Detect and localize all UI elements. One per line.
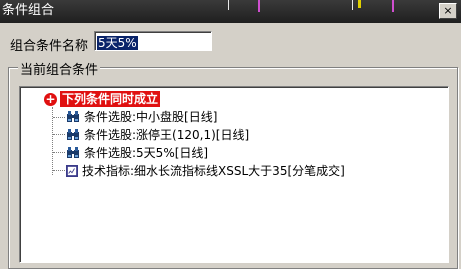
close-button[interactable]: × <box>439 3 457 19</box>
tree-root-label: 下列条件同时成立 <box>60 91 161 107</box>
tree-item[interactable]: 条件选股:5天5%[日线] <box>66 145 208 161</box>
tree-connector <box>53 117 65 118</box>
tree-item[interactable]: 条件选股:涨停王(120,1)[日线] <box>66 127 249 143</box>
binoculars-icon <box>67 111 79 122</box>
tree-connector <box>53 170 65 171</box>
tree-connector <box>53 134 65 135</box>
window-title: 条件组合 <box>2 3 55 18</box>
tree-item[interactable]: 技术指标:细水长流指标线XSSL大于35[分笔成交] <box>66 163 345 179</box>
tree-item-label: 条件选股:中小盘股[日线] <box>84 110 218 124</box>
combination-name-input[interactable]: 5天5% <box>94 31 212 51</box>
condition-tree[interactable]: + 下列条件同时成立 条件选股:中小盘股[日线] 条件选股:涨停王(120,1)… <box>19 86 449 263</box>
background-stripe <box>392 0 394 12</box>
binoculars-icon <box>67 129 79 140</box>
tree-item-label: 条件选股:涨停王(120,1)[日线] <box>84 128 250 142</box>
combination-name-value: 5天5% <box>97 36 138 50</box>
background-stripe <box>228 0 229 10</box>
tree-connector <box>53 152 65 153</box>
indicator-chart-icon <box>66 165 78 177</box>
tree-item-label: 技术指标:细水长流指标线XSSL大于35[分笔成交] <box>82 164 345 178</box>
combination-name-label: 组合条件名称 <box>10 39 89 54</box>
current-conditions-label: 当前组合条件 <box>18 59 101 78</box>
tree-item-label: 条件选股:5天5%[日线] <box>84 146 209 160</box>
tree-root-node[interactable]: + 下列条件同时成立 <box>44 91 161 107</box>
red-plus-icon[interactable]: + <box>44 92 57 106</box>
background-stripe <box>358 0 361 8</box>
close-icon: × <box>443 4 453 17</box>
background-stripe <box>258 0 260 12</box>
tree-item[interactable]: 条件选股:中小盘股[日线] <box>66 109 217 125</box>
title-bar[interactable]: 条件组合 × <box>0 0 461 23</box>
binoculars-icon <box>67 147 79 158</box>
background-stripe <box>352 0 353 10</box>
